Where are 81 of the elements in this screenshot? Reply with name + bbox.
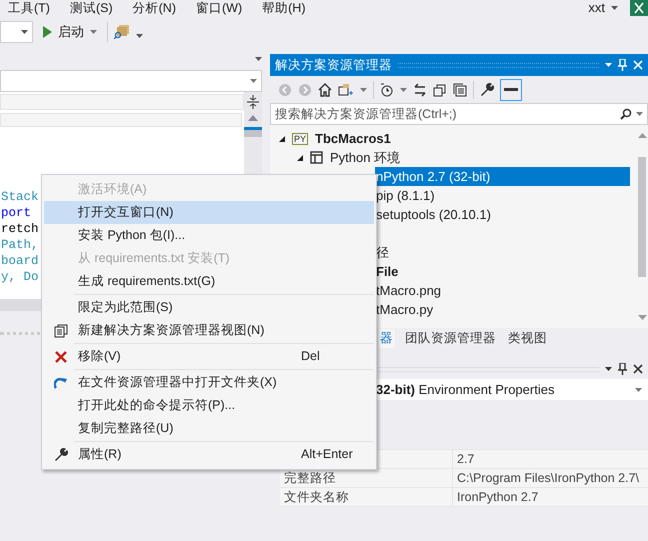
panel-tab[interactable]: 器 [378,329,395,348]
redo-arrow-icon [54,376,68,390]
caret-icon [360,88,367,92]
menu-item[interactable]: 复制完整路径(U) [44,417,374,440]
preview-toggle-button[interactable] [500,78,522,100]
caret-icon [90,30,97,34]
tree-item[interactable]: File [375,262,400,282]
code-line: y, Do [0,269,39,285]
panel-title: 解决方案资源管理器 [275,56,392,74]
play-icon [43,26,52,38]
menu-item[interactable]: 属性(R) Alt+Enter [44,443,374,466]
property-value: IronPython 2.7 [457,488,538,506]
filter-field[interactable] [0,113,242,127]
property-name: 完整路径 [284,470,336,487]
menu-item[interactable]: 限定为此范围(S) [44,296,374,319]
sync-arrows-icon[interactable] [413,82,427,96]
caret-icon [250,79,257,83]
scroll-up-icon[interactable] [638,133,646,138]
menu-item[interactable]: 移除(V) Del [44,345,374,368]
show-all-files-icon[interactable] [453,82,467,96]
caret-icon [636,112,643,116]
split-icon[interactable] [247,95,259,109]
member-field[interactable] [0,94,244,110]
caret-icon [635,388,642,392]
code-line: board [0,253,39,269]
tree-item[interactable]: Python 环境 [329,148,402,168]
tree-item[interactable]: nPython 2.7 (32-bit) [375,166,630,186]
wrench-icon [54,448,68,462]
tree-item[interactable]: tMacro.png [375,280,442,300]
scroll-up-icon[interactable] [248,115,258,121]
window-list-icon [54,324,68,338]
menu-item[interactable]: 窗口(W) [196,1,242,15]
menu-item[interactable]: 安装 Python 包(I)... [44,224,374,247]
folder-search-icon[interactable] [114,25,130,39]
menu-item[interactable]: 打开交互窗口(N) [44,201,374,224]
close-icon[interactable] [633,364,643,374]
remove-icon [54,350,68,364]
menu-item[interactable]: 工具(T) [8,1,50,15]
expand-toggle-icon[interactable] [296,154,304,162]
property-name: 文件夹名称 [284,488,349,506]
menu-item[interactable]: 分析(N) [132,1,176,15]
tree-item[interactable]: 径 [375,242,390,262]
caret-icon [21,30,28,34]
caret-icon [605,367,612,371]
caret-icon [611,6,618,10]
scroll-thumb[interactable] [638,156,646,276]
property-value: C:\Program Files\IronPython 2.7\ [457,470,640,487]
home-icon[interactable] [318,82,332,96]
code-line: port [0,205,32,221]
code-line: retch [0,221,39,237]
collapse-all-icon[interactable] [433,82,447,96]
search-icon [620,108,632,120]
scroll-down-icon[interactable] [638,315,646,320]
property-value: 2.7 [457,450,474,468]
tree-item[interactable]: setuptools (20.10.1) [375,204,492,224]
code-line: Stack [0,189,39,205]
caret-icon [400,88,407,92]
search-box[interactable]: 搜索解决方案资源管理器(Ctrl+;) [270,103,648,125]
tree-item[interactable]: tMacro.py [375,300,434,320]
start-button[interactable]: 启动 [39,21,101,43]
sync-view-icon[interactable] [338,82,354,96]
menu-item[interactable]: 帮助(H) [262,1,306,15]
caret-icon [605,63,612,67]
environment-icon [310,151,323,164]
tree-item[interactable]: TbcMacros1 [314,128,392,148]
wrench-icon[interactable] [480,82,494,96]
pin-icon[interactable] [618,363,627,375]
python-project-icon: PY [292,132,308,144]
user-name[interactable]: xxt [588,0,605,18]
excel-icon [630,0,648,16]
menu-item[interactable]: 测试(S) [70,1,113,15]
search-field[interactable]: 搜索解决方案资源管理器(Ctrl+;) [275,104,616,124]
expand-toggle-icon[interactable] [278,134,286,142]
history-icon[interactable] [380,82,394,96]
tree-item[interactable]: pip (8.1.1) [375,186,436,206]
menu-item[interactable]: 新建解决方案资源管理器视图(N) [44,319,374,342]
caret-icon [255,57,262,61]
menu-item[interactable]: 生成 requirements.txt(G) [44,270,374,293]
caret-icon [136,34,143,38]
code-line: Path, [0,237,39,253]
scroll-thumb[interactable] [244,127,262,137]
